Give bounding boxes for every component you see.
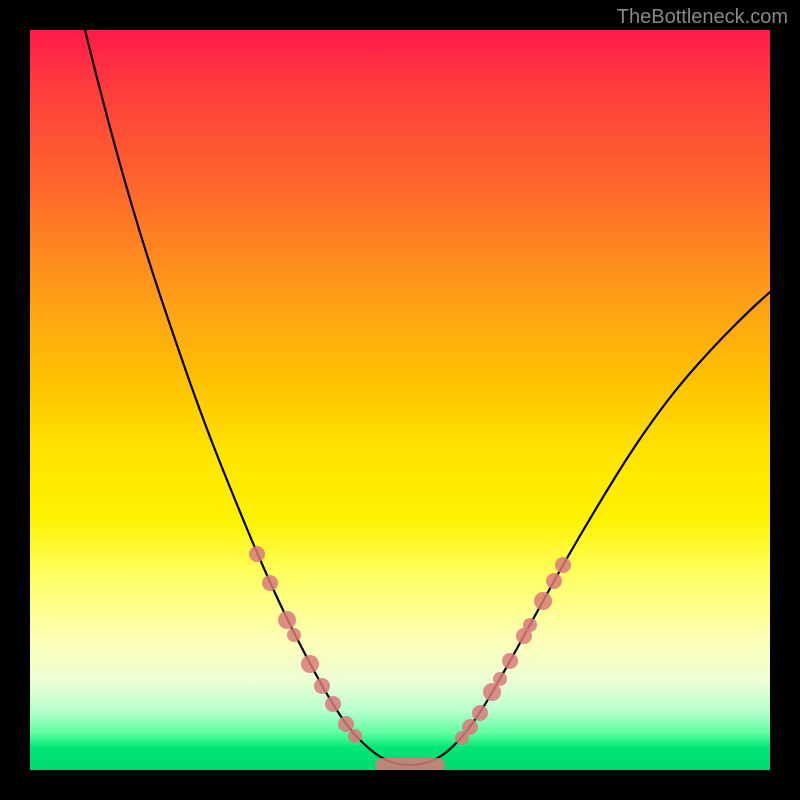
- data-marker: [325, 696, 341, 712]
- data-marker: [262, 575, 278, 591]
- chart-area: [30, 30, 770, 770]
- data-marker: [493, 672, 507, 686]
- data-marker: [301, 655, 319, 673]
- bottom-marker-pill: [375, 758, 445, 770]
- data-marker: [348, 729, 362, 743]
- data-marker: [462, 719, 478, 735]
- plot-svg: [30, 30, 770, 770]
- watermark-text: TheBottleneck.com: [617, 6, 788, 29]
- markers-right-group: [455, 557, 571, 745]
- data-marker: [338, 716, 354, 732]
- data-marker: [546, 573, 562, 589]
- data-marker: [314, 678, 330, 694]
- data-marker: [523, 618, 537, 632]
- bottleneck-curve: [85, 30, 770, 765]
- data-marker: [555, 557, 571, 573]
- data-marker: [249, 546, 265, 562]
- data-marker: [534, 592, 552, 610]
- data-marker: [287, 628, 301, 642]
- data-marker: [472, 705, 488, 721]
- data-marker: [278, 611, 296, 629]
- data-marker: [502, 653, 518, 669]
